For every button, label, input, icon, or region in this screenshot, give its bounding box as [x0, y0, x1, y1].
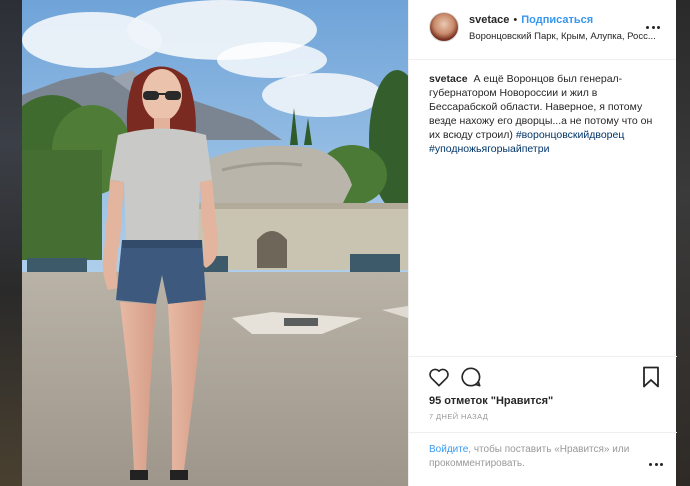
username-link[interactable]: svetace [469, 14, 509, 26]
background-photo-left [0, 0, 22, 486]
login-link[interactable]: Войдите [429, 444, 468, 455]
more-options-icon[interactable] [649, 459, 663, 469]
post-photo[interactable] [22, 0, 408, 486]
header-text: svetace • Подписаться Воронцовский Парк,… [469, 12, 662, 42]
comment-icon[interactable] [459, 365, 483, 389]
more-dot [654, 462, 658, 466]
more-options-icon[interactable] [646, 22, 660, 32]
separator-dot: • [513, 14, 518, 26]
location-link[interactable]: Воронцовский Парк, Крым, Алупка, Росс... [469, 31, 669, 42]
post-side-panel: svetace • Подписаться Воронцовский Парк,… [408, 0, 677, 486]
photo-scene [22, 0, 408, 486]
more-dot [649, 462, 652, 466]
hashtag-link[interactable]: #воронцовскийдворец [516, 129, 625, 141]
actions-area: 95 отметок "Нравится" 7 ДНЕЙ НАЗАД [409, 356, 677, 421]
more-dot [651, 25, 655, 29]
post-caption: svetace А ещё Воронцов был генерал-губер… [409, 60, 676, 156]
header-row: svetace • Подписаться [469, 14, 662, 26]
more-dot [660, 462, 663, 466]
hashtag-link[interactable]: #уподножьягорыайпетри [429, 143, 549, 155]
heart-icon[interactable] [427, 365, 451, 389]
follow-button[interactable]: Подписаться [521, 14, 593, 26]
more-dot [646, 25, 649, 29]
caption-username[interactable]: svetace [429, 73, 468, 85]
login-prompt: Войдите, чтобы поставить «Нравится» или … [409, 432, 677, 486]
avatar[interactable] [429, 12, 459, 42]
background-photo-right [676, 0, 690, 486]
post-date[interactable]: 7 ДНЕЙ НАЗАД [409, 407, 677, 421]
action-bar [409, 357, 677, 389]
likes-count[interactable]: 95 отметок "Нравится" [409, 389, 677, 407]
post-header: svetace • Подписаться Воронцовский Парк,… [409, 0, 676, 60]
post-modal: svetace • Подписаться Воронцовский Парк,… [22, 0, 677, 486]
more-dot [657, 25, 660, 29]
bookmark-icon[interactable] [639, 365, 663, 389]
